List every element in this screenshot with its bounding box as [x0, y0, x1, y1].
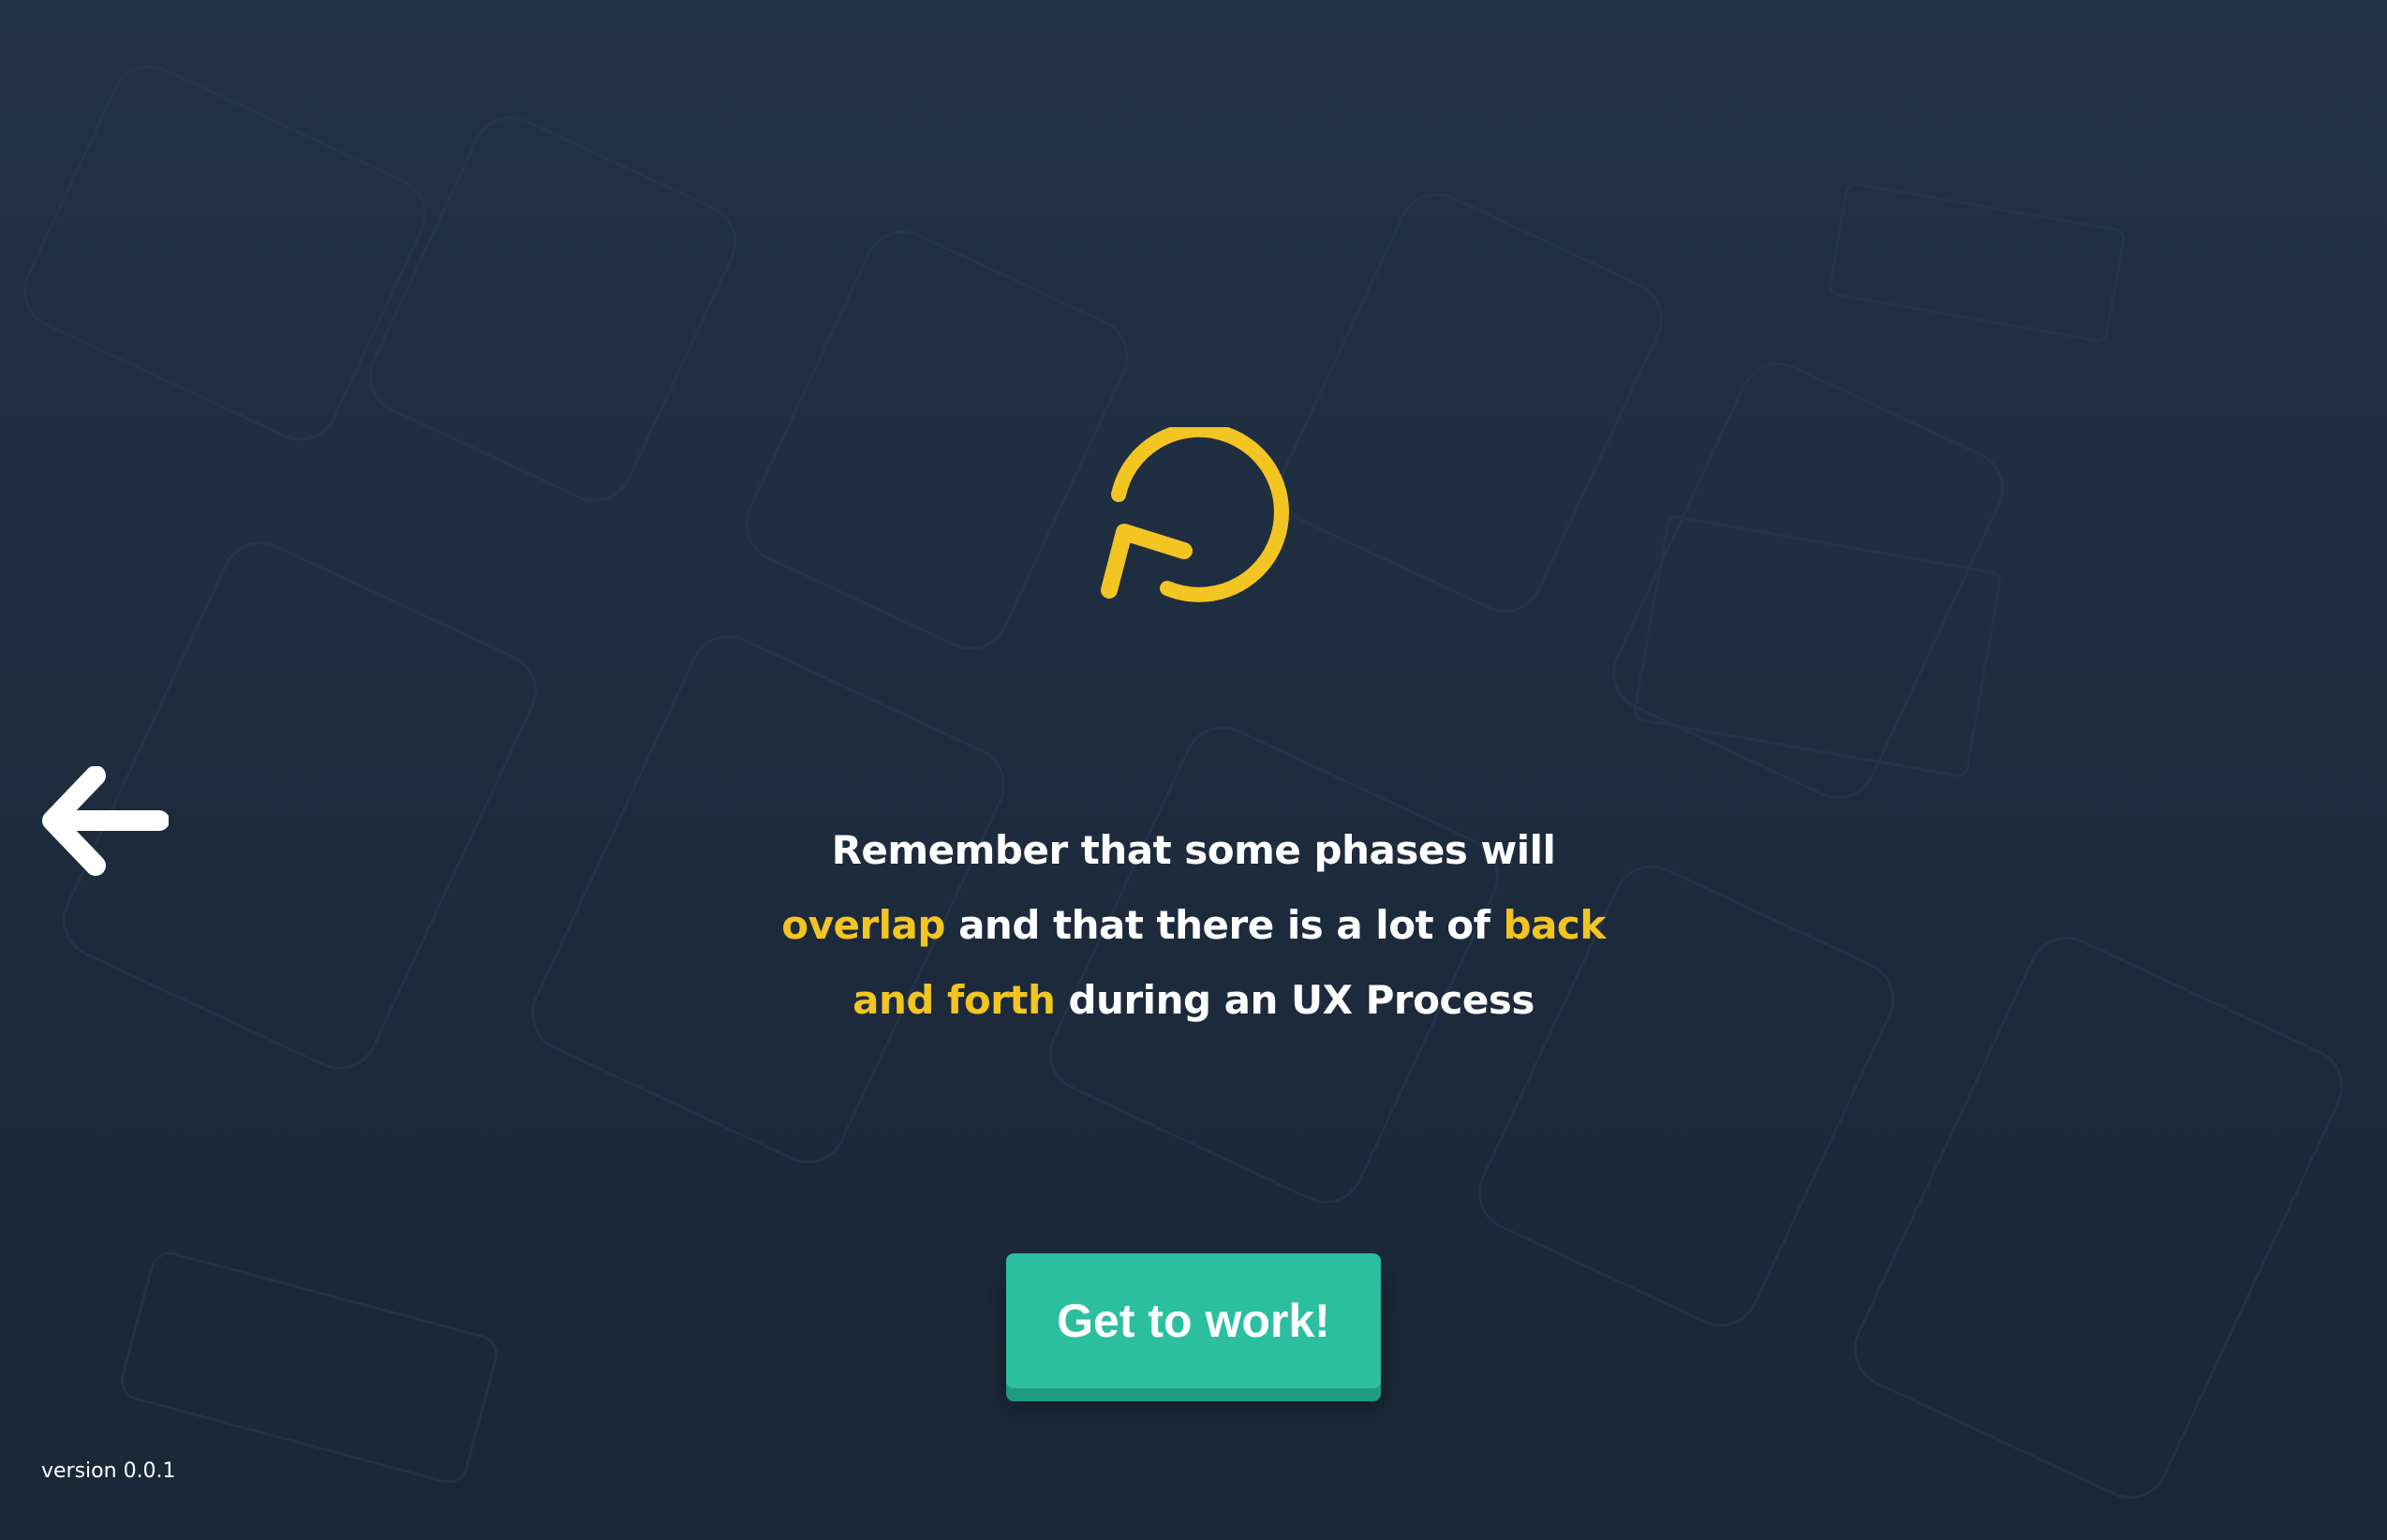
version-label: version 0.0.1: [41, 1459, 176, 1483]
phases-message: Remember that some phases will overlap a…: [725, 813, 1662, 1038]
highlight-and-forth: and forth: [852, 977, 1056, 1023]
highlight-back: back: [1503, 902, 1607, 948]
highlight-overlap: overlap: [781, 902, 945, 948]
arrow-left-icon[interactable]: [39, 766, 169, 881]
get-to-work-button[interactable]: Get to work!: [1006, 1253, 1381, 1388]
message-line-3: and forth during an UX Process: [852, 977, 1534, 1023]
reload-icon: [1101, 427, 1289, 602]
message-line-1: Remember that some phases will: [831, 827, 1556, 873]
message-line-2: overlap and that there is a lot of back: [781, 902, 1607, 948]
